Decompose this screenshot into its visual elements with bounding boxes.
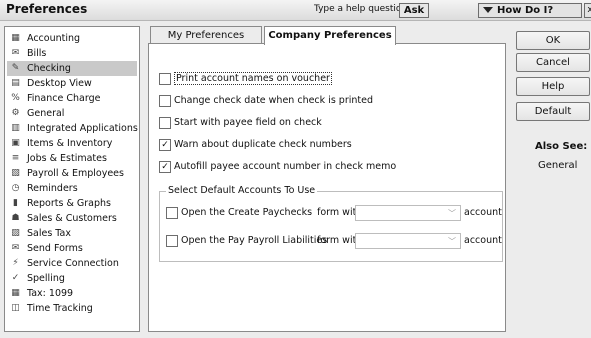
bills-icon: ✉ bbox=[11, 48, 20, 58]
checkbox-print-account-names[interactable] bbox=[159, 73, 171, 85]
sidebar-item-finance-charge[interactable]: % Finance Charge bbox=[7, 91, 137, 106]
option-label: Warn about duplicate check numbers bbox=[174, 139, 352, 150]
checkbox-pay-payroll-liabilities[interactable] bbox=[166, 235, 178, 247]
option-label: Change check date when check is printed bbox=[174, 95, 373, 106]
how-do-i-label: How Do I? bbox=[497, 5, 554, 16]
integrated-apps-icon: ▥ bbox=[11, 123, 20, 133]
sidebar-item-integrated-applications[interactable]: ▥ Integrated Applications bbox=[7, 121, 138, 136]
dropdown-arrow-icon bbox=[483, 7, 493, 13]
send-forms-icon: ✉ bbox=[11, 243, 20, 253]
create-paychecks-account-select[interactable]: ﹀ bbox=[355, 205, 461, 221]
also-see-title: Also See: bbox=[535, 141, 588, 152]
help-button[interactable]: Help bbox=[516, 77, 590, 96]
preferences-category-list: ▦ Accounting ✉ Bills ✎ Checking ▤ Desktop Vi… bbox=[4, 26, 140, 332]
items-inventory-icon: ▣ bbox=[11, 138, 20, 148]
company-preferences-panel: Print account names on voucher Change ch… bbox=[148, 43, 506, 332]
how-do-i-button[interactable]: How Do I? bbox=[478, 3, 582, 18]
checkbox-start-with-payee[interactable] bbox=[159, 117, 171, 129]
accounting-icon: ▦ bbox=[11, 33, 20, 43]
checking-icon: ✎ bbox=[11, 63, 20, 73]
ok-button[interactable]: OK bbox=[516, 31, 590, 50]
default-accounts-group: Select Default Accounts To Use Open the … bbox=[159, 185, 503, 262]
close-button[interactable]: x bbox=[584, 3, 591, 18]
checkbox-change-check-date[interactable] bbox=[159, 95, 171, 107]
sidebar-item-bills[interactable]: ✉ Bills bbox=[7, 46, 137, 61]
sidebar-item-send-forms[interactable]: ✉ Send Forms bbox=[7, 241, 137, 256]
help-question-prompt[interactable]: Type a help question bbox=[314, 4, 407, 14]
also-see-link-general[interactable]: General bbox=[538, 160, 577, 171]
tab-company-preferences[interactable]: Company Preferences bbox=[264, 26, 396, 45]
chevron-down-icon: ﹀ bbox=[448, 237, 456, 246]
ask-button[interactable]: Ask bbox=[399, 3, 429, 18]
chevron-down-icon: ﹀ bbox=[448, 209, 456, 218]
sidebar-item-reminders[interactable]: ◷ Reminders bbox=[7, 181, 137, 196]
create-paychecks-label: Open the Create Paychecks bbox=[181, 207, 313, 218]
option-label: Print account names on voucher bbox=[174, 72, 332, 85]
checkbox-autofill-payee[interactable]: ✓ bbox=[159, 161, 171, 173]
sidebar-item-checking[interactable]: ✎ Checking bbox=[7, 61, 137, 76]
sales-tax-icon: ▨ bbox=[11, 228, 20, 238]
finance-charge-icon: % bbox=[11, 93, 20, 103]
tab-my-preferences-label: My Preferences bbox=[167, 30, 245, 41]
tab-company-preferences-label: Company Preferences bbox=[268, 30, 392, 41]
general-icon: ⚙ bbox=[11, 108, 20, 118]
sidebar-item-general[interactable]: ⚙ General bbox=[7, 106, 137, 121]
service-connection-icon: ⚡ bbox=[12, 258, 19, 268]
sidebar-item-sales-tax[interactable]: ▨ Sales Tax bbox=[7, 226, 137, 241]
sidebar-item-items-inventory[interactable]: ▣ Items & Inventory bbox=[7, 136, 137, 151]
checkbox-create-paychecks[interactable] bbox=[166, 207, 178, 219]
cancel-button[interactable]: Cancel bbox=[516, 53, 590, 72]
window-title: Preferences bbox=[6, 2, 88, 16]
account-label: account bbox=[464, 207, 502, 218]
default-button[interactable]: Default bbox=[516, 102, 590, 121]
sidebar-item-service-connection[interactable]: ⚡ Service Connection bbox=[7, 256, 137, 271]
time-tracking-icon: ◫ bbox=[11, 303, 20, 313]
sidebar-item-payroll-employees[interactable]: ▧ Payroll & Employees bbox=[7, 166, 137, 181]
sales-customers-icon: ☗ bbox=[11, 213, 20, 223]
spelling-icon: ✓ bbox=[11, 273, 20, 283]
default-accounts-title: Select Default Accounts To Use bbox=[166, 185, 318, 196]
sidebar-item-time-tracking[interactable]: ◫ Time Tracking bbox=[7, 301, 137, 316]
sidebar-item-spelling[interactable]: ✓ Spelling bbox=[7, 271, 137, 286]
sidebar-item-desktop-view[interactable]: ▤ Desktop View bbox=[7, 76, 137, 91]
pay-payroll-liabilities-label: Open the Pay Payroll Liabilities bbox=[181, 235, 328, 246]
tax-1099-icon: ▦ bbox=[11, 288, 20, 298]
reminders-icon: ◷ bbox=[11, 183, 20, 193]
desktop-view-icon: ▤ bbox=[11, 78, 20, 88]
sidebar-item-jobs-estimates[interactable]: ≡ Jobs & Estimates bbox=[7, 151, 137, 166]
pay-payroll-liabilities-account-select[interactable]: ﹀ bbox=[355, 233, 461, 249]
title-bar: Preferences Type a help question Ask How… bbox=[0, 0, 591, 21]
payroll-icon: ▧ bbox=[11, 168, 20, 178]
checkbox-warn-duplicate[interactable]: ✓ bbox=[159, 139, 171, 151]
tab-my-preferences[interactable]: My Preferences bbox=[150, 26, 262, 44]
sidebar-item-sales-customers[interactable]: ☗ Sales & Customers bbox=[7, 211, 137, 226]
sidebar-item-accounting[interactable]: ▦ Accounting bbox=[7, 31, 137, 46]
jobs-estimates-icon: ≡ bbox=[11, 153, 20, 163]
account-label: account bbox=[464, 235, 502, 246]
sidebar-item-tax-1099[interactable]: ▦ Tax: 1099 bbox=[7, 286, 137, 301]
option-label: Start with payee field on check bbox=[174, 117, 322, 128]
option-label: Autofill payee account number in check m… bbox=[174, 161, 397, 172]
sidebar-item-reports-graphs[interactable]: ▮ Reports & Graphs bbox=[7, 196, 137, 211]
reports-graphs-icon: ▮ bbox=[13, 198, 18, 208]
